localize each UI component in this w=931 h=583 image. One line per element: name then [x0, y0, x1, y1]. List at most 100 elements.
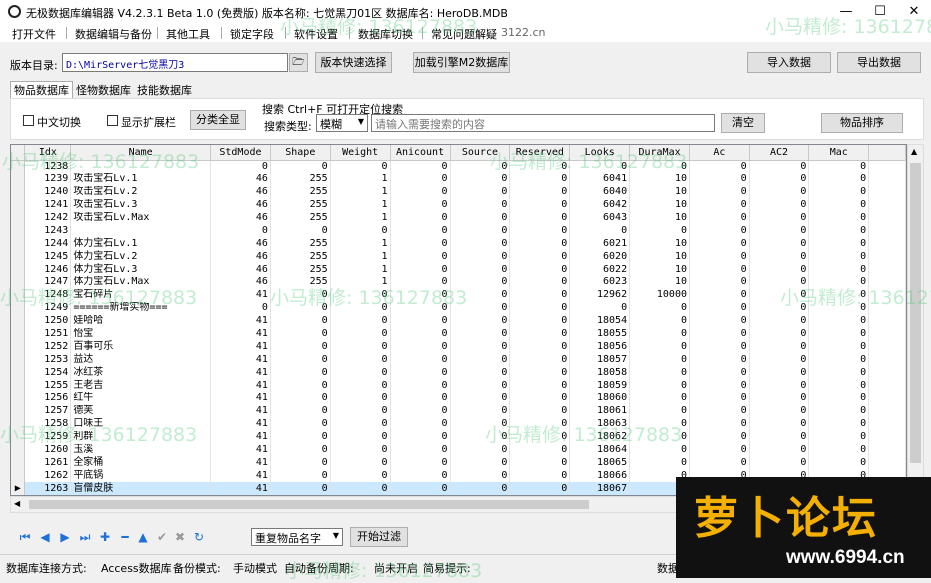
table-row[interactable]: 1261 全家桶 41 0 0 0 0 0 18065 0 0 0 0 [11, 456, 906, 470]
table-cell[interactable]: 18065 [569, 456, 631, 470]
table-cell[interactable]: 1247 [24, 276, 72, 289]
table-row[interactable]: 1260 玉溪 41 0 0 0 0 0 18064 0 0 0 0 [11, 443, 906, 457]
table-cell[interactable]: 41 [210, 327, 271, 341]
table-cell[interactable]: 0 [330, 392, 391, 405]
table-cell[interactable]: 全家桶 [70, 456, 211, 470]
table-cell[interactable]: 0 [450, 366, 511, 380]
table-cell[interactable] [70, 160, 211, 173]
table-cell[interactable]: 0 [509, 456, 571, 470]
table-cell[interactable]: 0 [509, 340, 571, 354]
table-cell[interactable]: 0 [689, 392, 750, 405]
table-row[interactable]: 1239 攻击宝石Lv.1 46 255 1 0 0 0 6041 10 0 0 0 [11, 172, 906, 186]
menu-site-link[interactable]: 3122.cn [501, 26, 546, 39]
table-cell[interactable]: 0 [210, 160, 271, 173]
table-cell[interactable]: 0 [390, 392, 451, 405]
prev-record-icon[interactable]: ◀ [38, 530, 52, 544]
table-cell[interactable]: 0 [390, 456, 451, 470]
table-cell[interactable]: 0 [689, 430, 750, 444]
row-indicator[interactable] [11, 417, 26, 431]
table-cell[interactable]: 0 [450, 211, 511, 225]
menu-data-edit[interactable]: 数据编辑与备份 [75, 26, 152, 42]
scroll-left-icon[interactable]: ◀ [14, 499, 20, 508]
table-cell[interactable]: 0 [450, 224, 511, 238]
table-cell[interactable]: 红牛 [70, 392, 211, 405]
table-cell[interactable]: 0 [808, 443, 870, 457]
table-cell[interactable]: 0 [689, 456, 750, 470]
table-cell[interactable]: 0 [330, 404, 391, 418]
category-all-button[interactable]: 分类全显 [190, 110, 246, 130]
table-cell[interactable]: 0 [390, 482, 451, 495]
table-cell[interactable]: 0 [450, 237, 511, 251]
table-cell[interactable]: 0 [749, 250, 810, 264]
table-cell[interactable]: 10 [629, 172, 690, 186]
table-cell[interactable]: 0 [390, 288, 451, 302]
table-row[interactable]: 1245 体力宝石Lv.2 46 255 1 0 0 0 6020 10 0 0 0 [11, 250, 906, 264]
table-cell[interactable]: 0 [390, 327, 451, 341]
table-cell[interactable]: 10 [629, 263, 690, 277]
table-cell[interactable]: 46 [210, 211, 271, 225]
table-cell[interactable]: 0 [629, 404, 690, 418]
table-row[interactable]: 1242 攻击宝石Lv.Max 46 255 1 0 0 0 6043 10 0 0 0 [11, 211, 906, 225]
table-cell[interactable]: 0 [210, 224, 271, 238]
table-cell[interactable]: 1244 [24, 237, 72, 251]
table-cell[interactable]: 1238 [24, 160, 72, 173]
table-cell[interactable]: 1 [330, 263, 391, 277]
table-cell[interactable]: 0 [689, 404, 750, 418]
table-cell[interactable]: 0 [808, 456, 870, 470]
table-cell[interactable]: 0 [569, 160, 631, 173]
menu-open-file[interactable]: 打开文件 [12, 26, 56, 42]
table-cell[interactable]: 0 [450, 327, 511, 341]
table-cell[interactable]: 6022 [569, 263, 631, 277]
table-cell[interactable]: 0 [749, 404, 810, 418]
table-cell[interactable]: 0 [689, 160, 750, 173]
table-cell[interactable]: 0 [390, 340, 451, 354]
table-cell[interactable]: 18057 [569, 353, 631, 367]
table-cell[interactable]: 0 [808, 211, 870, 225]
table-cell[interactable]: 0 [509, 482, 571, 495]
table-cell[interactable]: 6021 [569, 237, 631, 251]
table-row[interactable]: 1248 宝石碎片 41 0 0 0 0 0 12962 10000 0 0 0 [11, 288, 906, 302]
table-cell[interactable]: 10 [629, 276, 690, 289]
table-cell[interactable]: 0 [808, 430, 870, 444]
table-cell[interactable]: 46 [210, 263, 271, 277]
column-header-weight[interactable]: Weight [330, 145, 391, 161]
scroll-thumb[interactable] [910, 163, 921, 463]
table-cell[interactable]: 0 [330, 417, 391, 431]
table-cell[interactable]: 18058 [569, 366, 631, 380]
table-cell[interactable]: 0 [808, 237, 870, 251]
table-cell[interactable]: 0 [390, 211, 451, 225]
table-cell[interactable]: 0 [509, 314, 571, 328]
row-indicator[interactable] [11, 172, 26, 186]
table-cell[interactable]: 10 [629, 237, 690, 251]
column-header-shape[interactable]: Shape [270, 145, 331, 161]
table-cell[interactable]: 0 [450, 263, 511, 277]
table-cell[interactable]: 0 [390, 198, 451, 212]
table-cell[interactable]: 0 [390, 250, 451, 264]
table-cell[interactable]: 1 [330, 276, 391, 289]
row-indicator[interactable] [11, 366, 26, 380]
table-cell[interactable]: 0 [509, 430, 571, 444]
table-cell[interactable]: 0 [689, 366, 750, 380]
table-cell[interactable]: 41 [210, 404, 271, 418]
table-cell[interactable]: 0 [390, 443, 451, 457]
table-row[interactable]: 1253 益达 41 0 0 0 0 0 18057 0 0 0 0 [11, 353, 906, 367]
menu-db-switch[interactable]: 数据库切换 [358, 26, 413, 42]
table-cell[interactable]: 1257 [24, 404, 72, 418]
table-cell[interactable]: 0 [270, 379, 331, 393]
table-cell[interactable]: 0 [808, 314, 870, 328]
table-cell[interactable]: 18054 [569, 314, 631, 328]
table-cell[interactable]: 41 [210, 469, 271, 483]
table-cell[interactable]: 0 [629, 417, 690, 431]
table-cell[interactable]: 0 [749, 443, 810, 457]
column-header-idx[interactable]: Idx [24, 145, 72, 161]
table-cell[interactable]: 1240 [24, 185, 72, 199]
column-header-looks[interactable]: Looks [569, 145, 631, 161]
table-cell[interactable]: 0 [390, 353, 451, 367]
table-cell[interactable]: 0 [270, 314, 331, 328]
search-type-select[interactable]: 模糊 ▼ [316, 114, 368, 132]
menu-settings[interactable]: 软件设置 [294, 26, 338, 42]
table-cell[interactable]: 0 [450, 430, 511, 444]
table-cell[interactable]: 利群 [70, 430, 211, 444]
table-cell[interactable]: 0 [270, 404, 331, 418]
table-cell[interactable]: 0 [808, 160, 870, 173]
